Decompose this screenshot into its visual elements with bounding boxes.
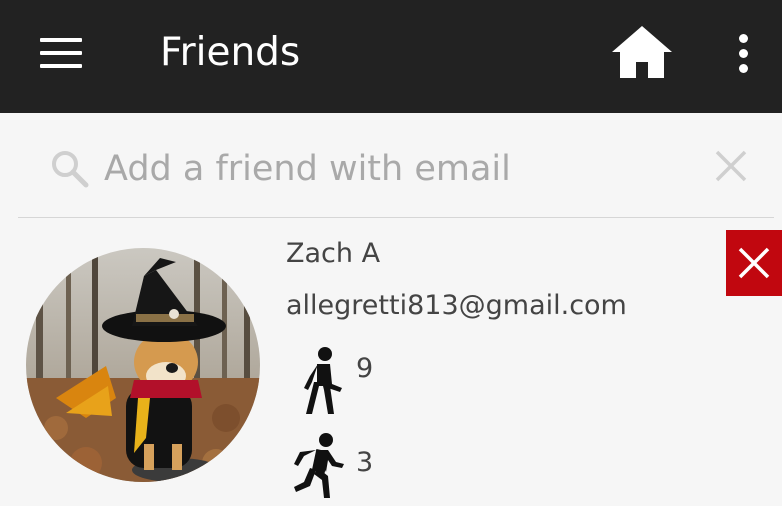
- home-icon[interactable]: [612, 26, 672, 78]
- hamburger-menu-icon[interactable]: [40, 38, 82, 68]
- more-vertical-icon[interactable]: [735, 34, 753, 74]
- friend-card: Zach A allegretti813@gmail.com 9 3: [0, 222, 782, 500]
- page-title: Friends: [160, 30, 301, 75]
- close-icon: [738, 247, 770, 279]
- search-icon: [50, 149, 90, 189]
- search-bar: [18, 113, 774, 218]
- remove-friend-button[interactable]: [726, 230, 782, 296]
- friend-name: Zach A: [286, 238, 381, 269]
- run-count: 3: [356, 447, 374, 478]
- walking-icon: [298, 346, 344, 416]
- walk-count: 9: [356, 353, 374, 384]
- close-icon[interactable]: [714, 149, 748, 183]
- add-friend-email-input[interactable]: [104, 145, 664, 193]
- friend-email: allegretti813@gmail.com: [286, 290, 627, 321]
- avatar: [26, 248, 260, 482]
- running-icon: [292, 432, 346, 502]
- app-bar: Friends: [0, 0, 782, 113]
